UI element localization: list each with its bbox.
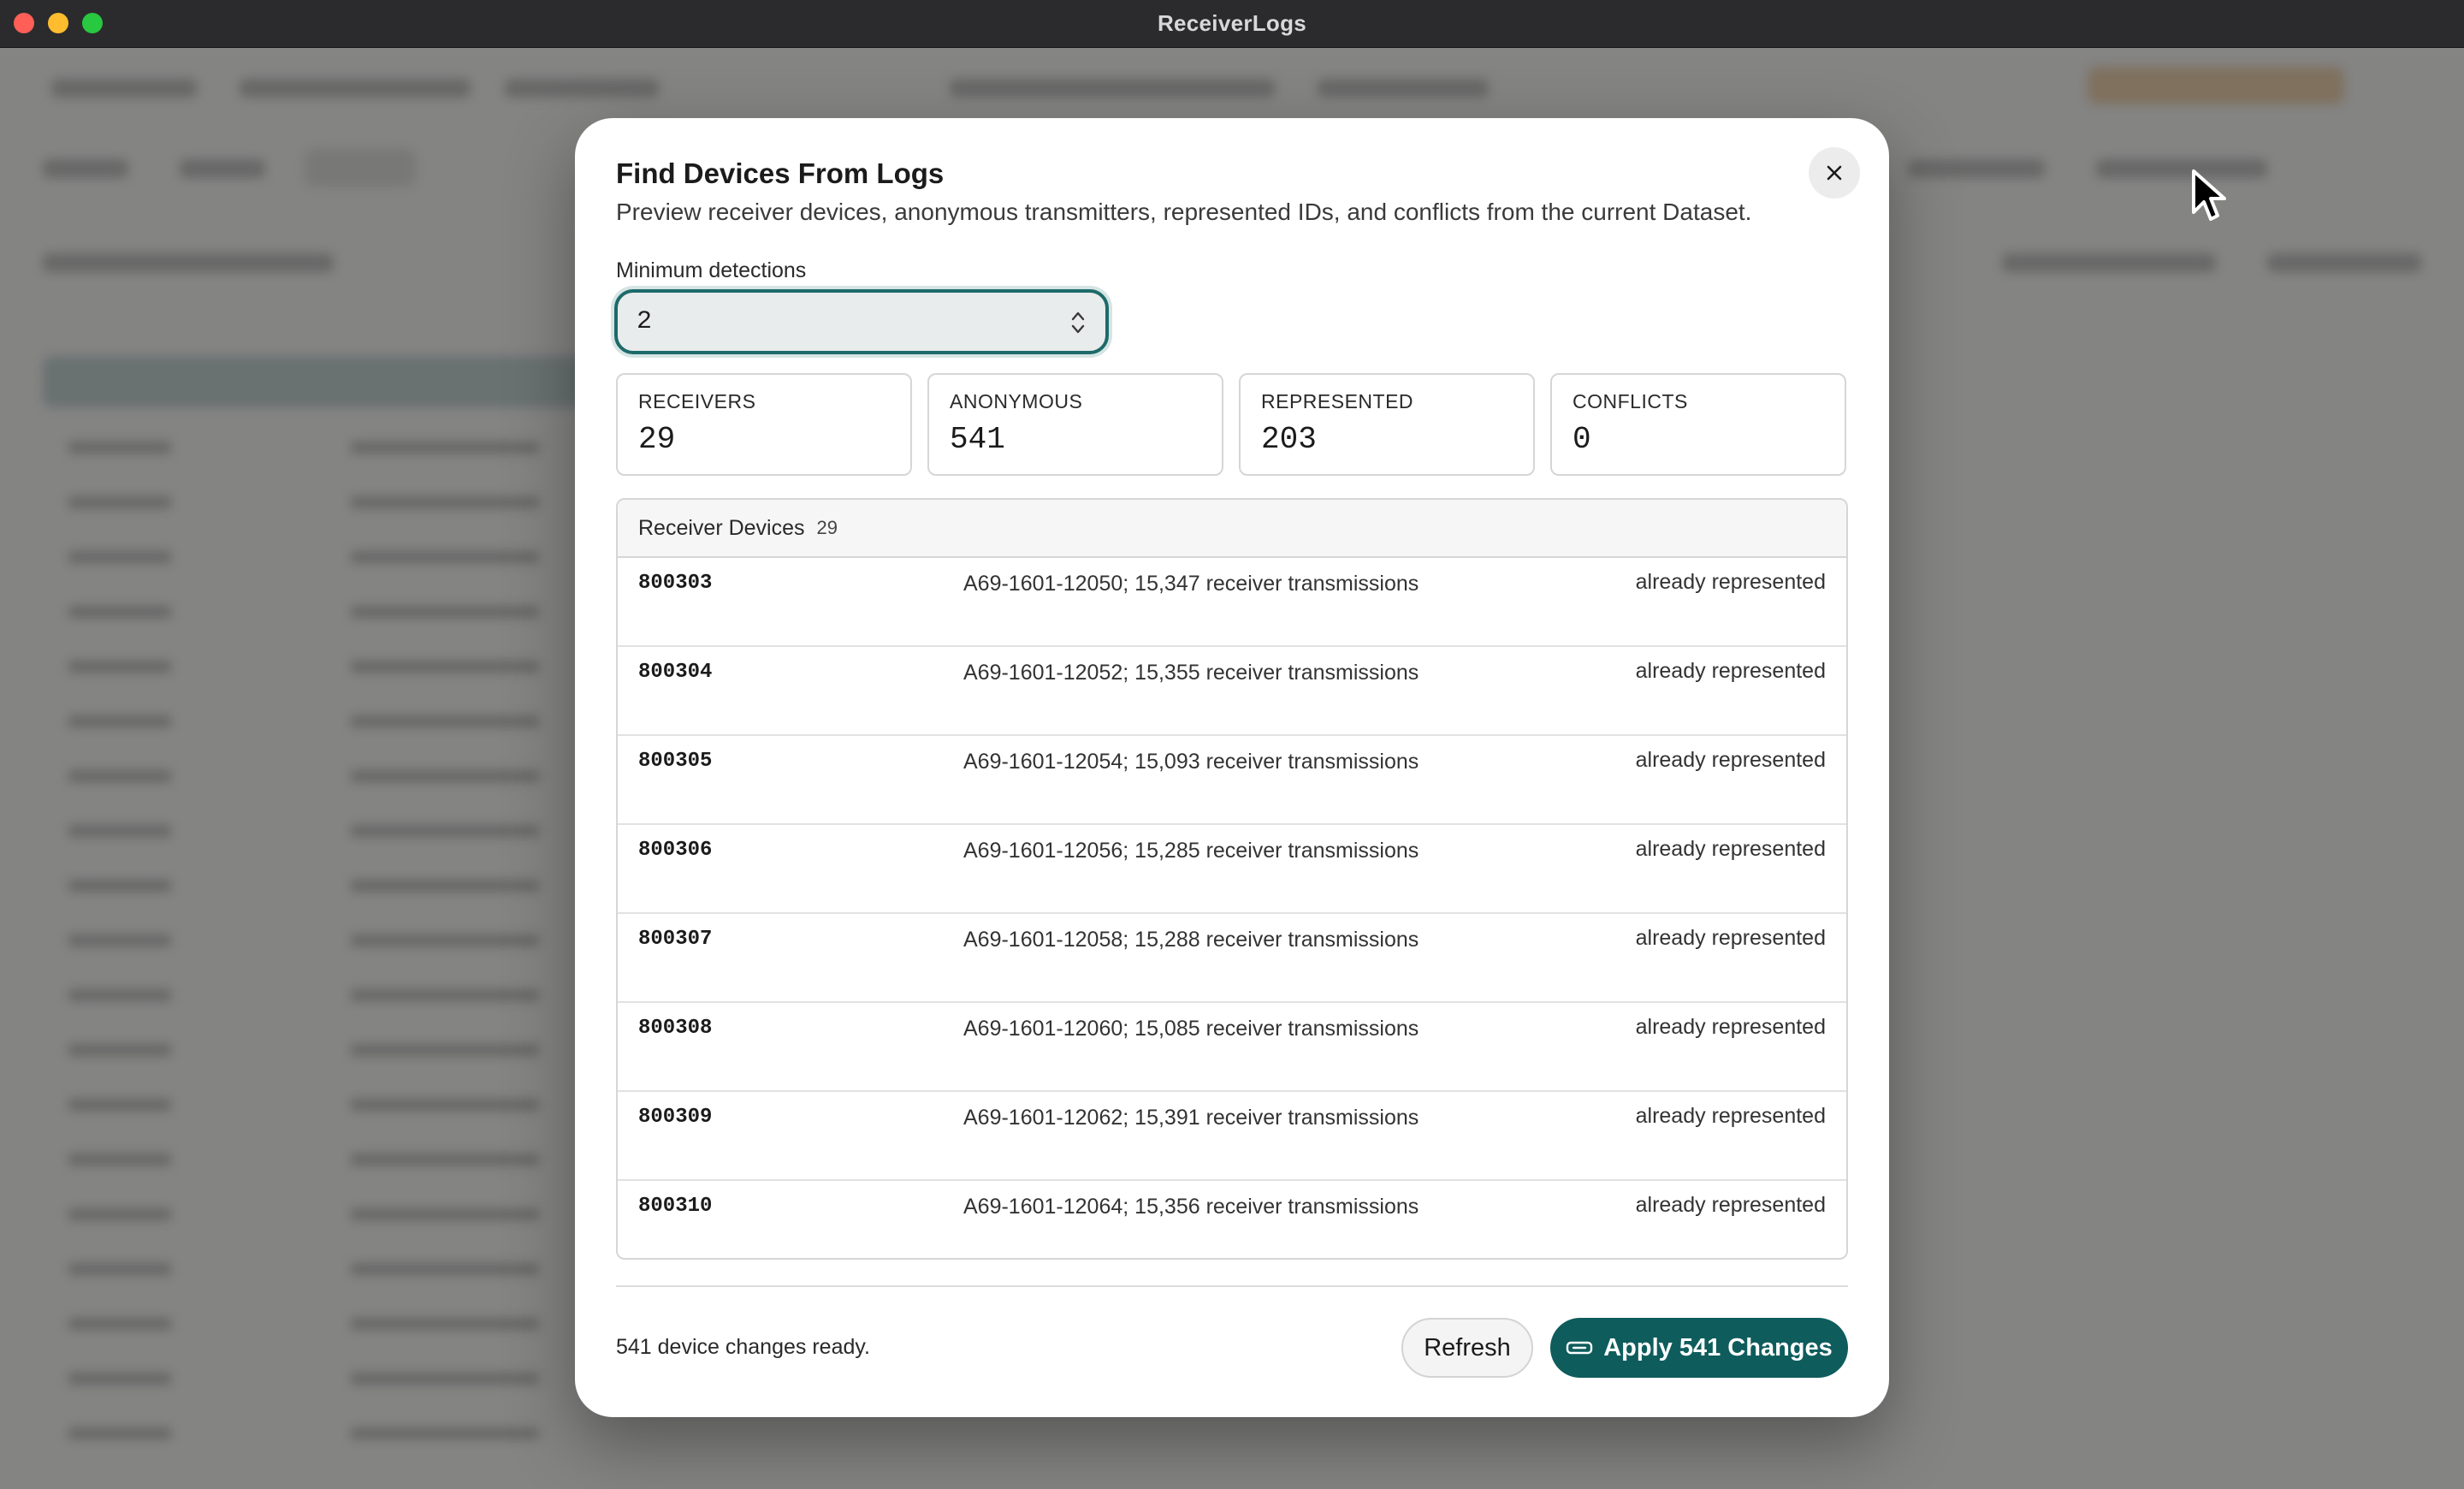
list-item: 800306 A69-1601-12056; 15,285 receiver t… — [618, 825, 1846, 914]
apply-changes-button[interactable]: Apply 541 Changes — [1550, 1318, 1848, 1378]
device-description: A69-1601-12060; 15,085 receiver transmis… — [963, 1017, 1419, 1041]
device-id: 800303 — [638, 572, 713, 595]
receiver-devices-title: Receiver Devices — [638, 515, 805, 540]
stat-label: CONFLICTS — [1573, 390, 1688, 412]
device-description: A69-1601-12052; 15,355 receiver transmis… — [963, 661, 1419, 685]
device-id: 800310 — [638, 1195, 713, 1218]
device-status: already represented — [1635, 570, 1826, 594]
device-id: 800309 — [638, 1106, 713, 1129]
window-title: ReceiverLogs — [1157, 10, 1307, 36]
summary-stats: RECEIVERS 29 ANONYMOUS 541 REPRESENTED 2… — [616, 373, 1846, 476]
window-controls — [14, 13, 103, 33]
stat-value: 29 — [638, 422, 676, 457]
device-id: 800304 — [638, 661, 713, 684]
stat-anonymous: ANONYMOUS 541 — [927, 373, 1223, 476]
device-id: 800306 — [638, 839, 713, 862]
list-item: 800307 A69-1601-12058; 15,288 receiver t… — [618, 914, 1846, 1003]
dialog-description: Preview receiver devices, anonymous tran… — [616, 199, 1752, 225]
stat-label: RECEIVERS — [638, 390, 756, 412]
stat-label: REPRESENTED — [1261, 390, 1414, 412]
device-status: already represented — [1635, 659, 1826, 683]
stat-represented: REPRESENTED 203 — [1239, 373, 1535, 476]
device-status: already represented — [1635, 926, 1826, 950]
close-window-button[interactable] — [14, 13, 34, 33]
min-detections-label: Minimum detections — [616, 258, 807, 282]
stat-value: 203 — [1261, 422, 1317, 457]
device-id: 800308 — [638, 1017, 713, 1040]
stepper-icon[interactable] — [1068, 308, 1088, 337]
min-detections-field[interactable] — [614, 289, 1109, 354]
stat-receivers: RECEIVERS 29 — [616, 373, 912, 476]
receiver-devices-list[interactable]: Receiver Devices 29 800303 A69-1601-1205… — [616, 498, 1848, 1260]
dialog-title: Find Devices From Logs — [616, 157, 945, 189]
device-status: already represented — [1635, 837, 1826, 861]
device-description: A69-1601-12062; 15,391 receiver transmis… — [963, 1106, 1419, 1130]
stat-label: ANONYMOUS — [950, 390, 1083, 412]
zoom-window-button[interactable] — [82, 13, 103, 33]
list-item: 800305 A69-1601-12054; 15,093 receiver t… — [618, 736, 1846, 825]
window-titlebar: ReceiverLogs — [0, 0, 2464, 48]
cursor-icon — [2192, 169, 2226, 221]
device-id: 800307 — [638, 928, 713, 951]
minimize-window-button[interactable] — [48, 13, 68, 33]
device-description: A69-1601-12050; 15,347 receiver transmis… — [963, 572, 1419, 596]
apply-changes-label: Apply 541 Changes — [1603, 1333, 1833, 1361]
stat-value: 541 — [950, 422, 1005, 457]
receiver-devices-count: 29 — [816, 517, 838, 538]
close-dialog-button[interactable] — [1809, 147, 1860, 199]
link-icon — [1567, 1341, 1593, 1355]
list-item: 800310 A69-1601-12064; 15,356 receiver t… — [618, 1181, 1846, 1258]
stat-value: 0 — [1573, 422, 1591, 457]
device-description: A69-1601-12058; 15,288 receiver transmis… — [963, 928, 1419, 952]
device-id: 800305 — [638, 750, 713, 773]
footer-divider — [616, 1285, 1848, 1287]
device-description: A69-1601-12054; 15,093 receiver transmis… — [963, 750, 1419, 774]
device-description: A69-1601-12056; 15,285 receiver transmis… — [963, 839, 1419, 863]
device-status: already represented — [1635, 1015, 1826, 1039]
list-item: 800309 A69-1601-12062; 15,391 receiver t… — [618, 1092, 1846, 1181]
stat-conflicts: CONFLICTS 0 — [1550, 373, 1846, 476]
find-devices-dialog: Find Devices From Logs Preview receiver … — [575, 118, 1889, 1417]
close-icon — [1827, 165, 1842, 181]
device-status: already represented — [1635, 1193, 1826, 1217]
min-detections-input[interactable] — [637, 307, 1047, 336]
list-item: 800304 A69-1601-12052; 15,355 receiver t… — [618, 647, 1846, 736]
changes-status: 541 device changes ready. — [616, 1335, 870, 1359]
device-description: A69-1601-12064; 15,356 receiver transmis… — [963, 1195, 1419, 1219]
device-status: already represented — [1635, 1104, 1826, 1128]
device-status: already represented — [1635, 748, 1826, 772]
list-item: 800303 A69-1601-12050; 15,347 receiver t… — [618, 558, 1846, 647]
refresh-button[interactable]: Refresh — [1401, 1318, 1533, 1378]
receiver-devices-header: Receiver Devices 29 — [618, 500, 1846, 558]
list-item: 800308 A69-1601-12060; 15,085 receiver t… — [618, 1003, 1846, 1092]
